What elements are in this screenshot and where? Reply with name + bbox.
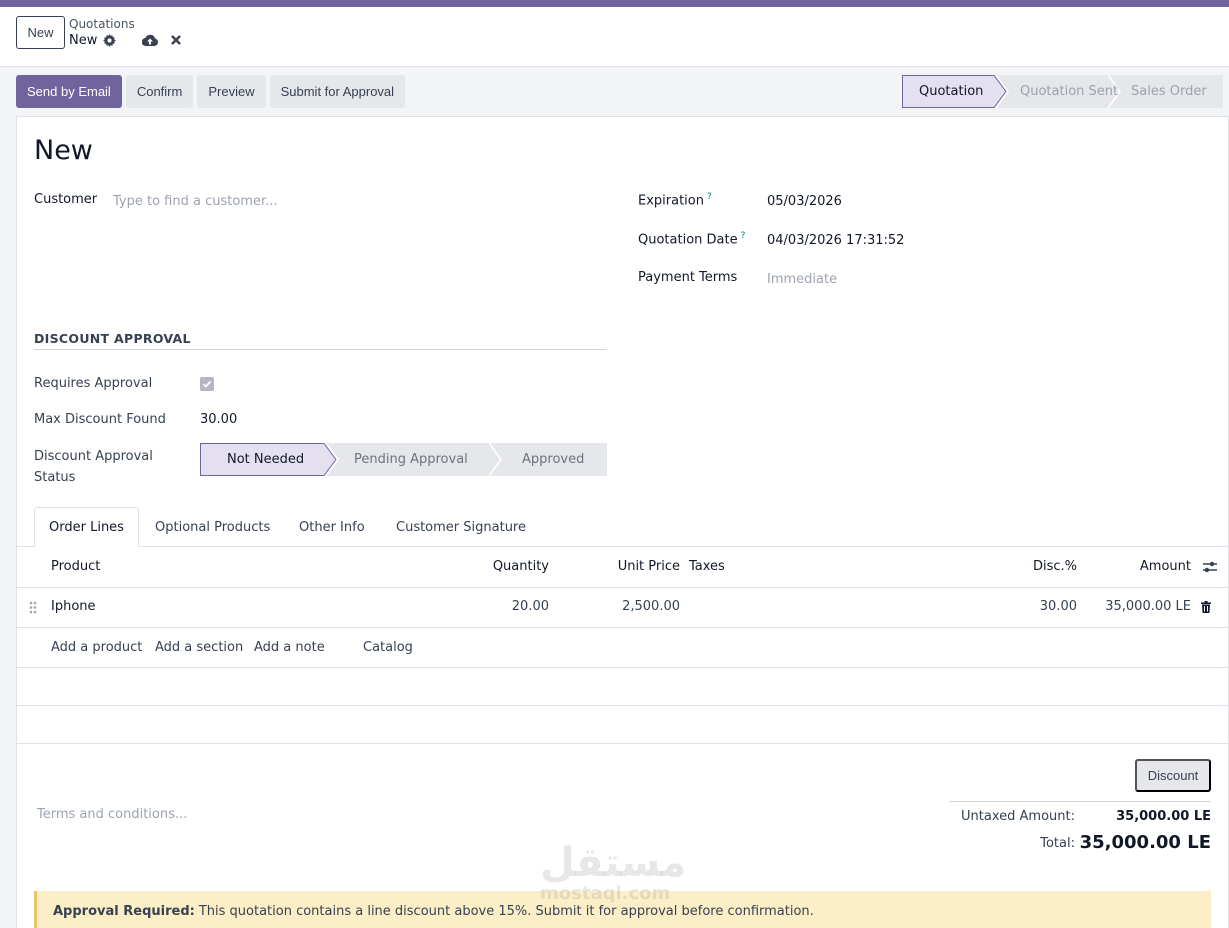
max-discount-value: 30.00 [200,412,238,427]
quotation-date-help-icon[interactable]: ? [741,231,746,241]
expiration-label: Expiration? [638,192,712,208]
drag-handle-icon[interactable] [29,601,37,614]
stage-not-needed-label: Not Needed [227,452,305,467]
send-by-email-button[interactable]: Send by Email [16,75,122,108]
cloud-upload-icon[interactable] [142,34,158,47]
cell-product[interactable]: Iphone [51,599,96,614]
col-disc[interactable]: Disc.% [1033,559,1077,574]
total-label: Total: [1040,836,1075,851]
customer-input[interactable]: Type to find a customer... [113,194,413,209]
col-unit-price[interactable]: Unit Price [618,559,680,574]
stage-pending-approval-label: Pending Approval [354,452,468,467]
customer-label: Customer [34,192,98,207]
table-row[interactable]: Iphone 20.00 2,500.00 30.00 35,000.00 LE [17,588,1228,628]
gear-icon[interactable] [103,34,117,47]
expiration-field[interactable]: 05/03/2026 [767,194,842,209]
record-title: New [34,135,93,166]
action-buttons: Send by Email Confirm Preview Submit for… [16,75,406,108]
watermark-logo: مستقل [540,840,687,886]
top-navbar-strip [0,0,1229,7]
empty-row [17,706,1228,744]
stage-sales-order[interactable]: Sales Order [1108,75,1223,108]
confirm-button[interactable]: Confirm [125,75,194,108]
payment-terms-input[interactable]: Immediate [767,272,837,287]
col-taxes[interactable]: Taxes [689,559,725,574]
status-label-line2: Status [34,470,76,485]
watermark-text: mostaql.com [540,883,671,904]
discount-approval-section-title: DISCOUNT APPROVAL [34,331,191,346]
breadcrumb-parent[interactable]: Quotations [69,17,135,31]
quotation-date-field[interactable]: 04/03/2026 17:31:52 [767,233,904,248]
submit-for-approval-button[interactable]: Submit for Approval [269,75,406,108]
cell-amount: 35,000.00 LE [1105,599,1191,614]
stage-quotation-label: Quotation [919,84,984,99]
order-lines-header: Product Quantity Unit Price Taxes Disc.%… [17,547,1228,588]
discard-icon[interactable] [170,34,182,46]
tab-other-info[interactable]: Other Info [299,507,365,547]
discount-button[interactable]: Discount [1135,759,1211,792]
expiration-help-icon[interactable]: ? [707,192,712,202]
quotation-date-label: Quotation Date? [638,231,745,247]
untaxed-amount-value: 35,000.00 LE [1116,809,1211,824]
expiration-label-text: Expiration [638,193,704,209]
catalog-link[interactable]: Catalog [363,640,413,655]
untaxed-amount-label: Untaxed Amount: [961,809,1075,824]
breadcrumb-current-label: New [69,33,98,48]
totals-divider [949,801,1211,802]
requires-approval-checkbox[interactable] [200,377,214,391]
add-section-link[interactable]: Add a section [155,640,243,655]
notebook-tabs: Order Lines Optional Products Other Info… [17,507,1228,547]
delete-line-icon[interactable] [1201,601,1211,613]
add-line-links: Add a product Add a section Add a note C… [17,628,1228,668]
stage-quotation-sent-label: Quotation Sent [1020,84,1119,99]
col-quantity[interactable]: Quantity [493,559,549,574]
alert-message: This quotation contains a line discount … [198,903,814,919]
checkmark-icon [202,380,212,388]
tab-order-lines[interactable]: Order Lines [34,507,139,547]
section-divider [34,349,607,350]
control-panel: New Quotations New [0,7,1229,67]
cell-quantity[interactable]: 20.00 [512,599,549,614]
tab-optional-products[interactable]: Optional Products [155,507,270,547]
discount-approval-status-label: Discount Approval Status [34,446,153,488]
form-sheet: New Customer Type to find a customer... … [16,116,1229,928]
quotation-date-label-text: Quotation Date [638,232,738,248]
breadcrumb-current: New [69,33,117,48]
cell-disc[interactable]: 30.00 [1040,599,1077,614]
stage-pending-approval[interactable]: Pending Approval [326,443,501,476]
new-record-button[interactable]: New [16,16,65,49]
status-label-line1: Discount Approval [34,449,153,464]
stage-not-needed[interactable]: Not Needed [200,443,338,476]
payment-terms-label: Payment Terms [638,270,738,285]
column-settings-icon[interactable] [1203,561,1217,573]
add-product-link[interactable]: Add a product [51,640,142,655]
col-amount[interactable]: Amount [1140,559,1191,574]
stage-approved[interactable]: Approved [489,443,607,476]
stage-approved-label: Approved [522,452,585,467]
stage-sales-order-label: Sales Order [1131,84,1207,99]
discount-approval-statusbar: Not Needed Pending Approval Approved [200,443,607,476]
empty-row [17,668,1228,706]
preview-button[interactable]: Preview [197,75,266,108]
add-note-link[interactable]: Add a note [254,640,325,655]
stage-quotation[interactable]: Quotation [902,75,1008,108]
alert-title: Approval Required: [53,903,195,919]
total-value: 35,000.00 LE [1079,832,1211,853]
tab-customer-signature[interactable]: Customer Signature [396,507,526,547]
quotation-statusbar: Quotation Quotation Sent Sales Order [902,75,1223,108]
cell-unit-price[interactable]: 2,500.00 [622,599,680,614]
col-product[interactable]: Product [51,559,100,574]
requires-approval-label: Requires Approval [34,376,153,391]
terms-input[interactable]: Terms and conditions... [37,807,187,822]
max-discount-label: Max Discount Found [34,412,166,427]
stage-quotation-sent[interactable]: Quotation Sent [996,75,1120,108]
